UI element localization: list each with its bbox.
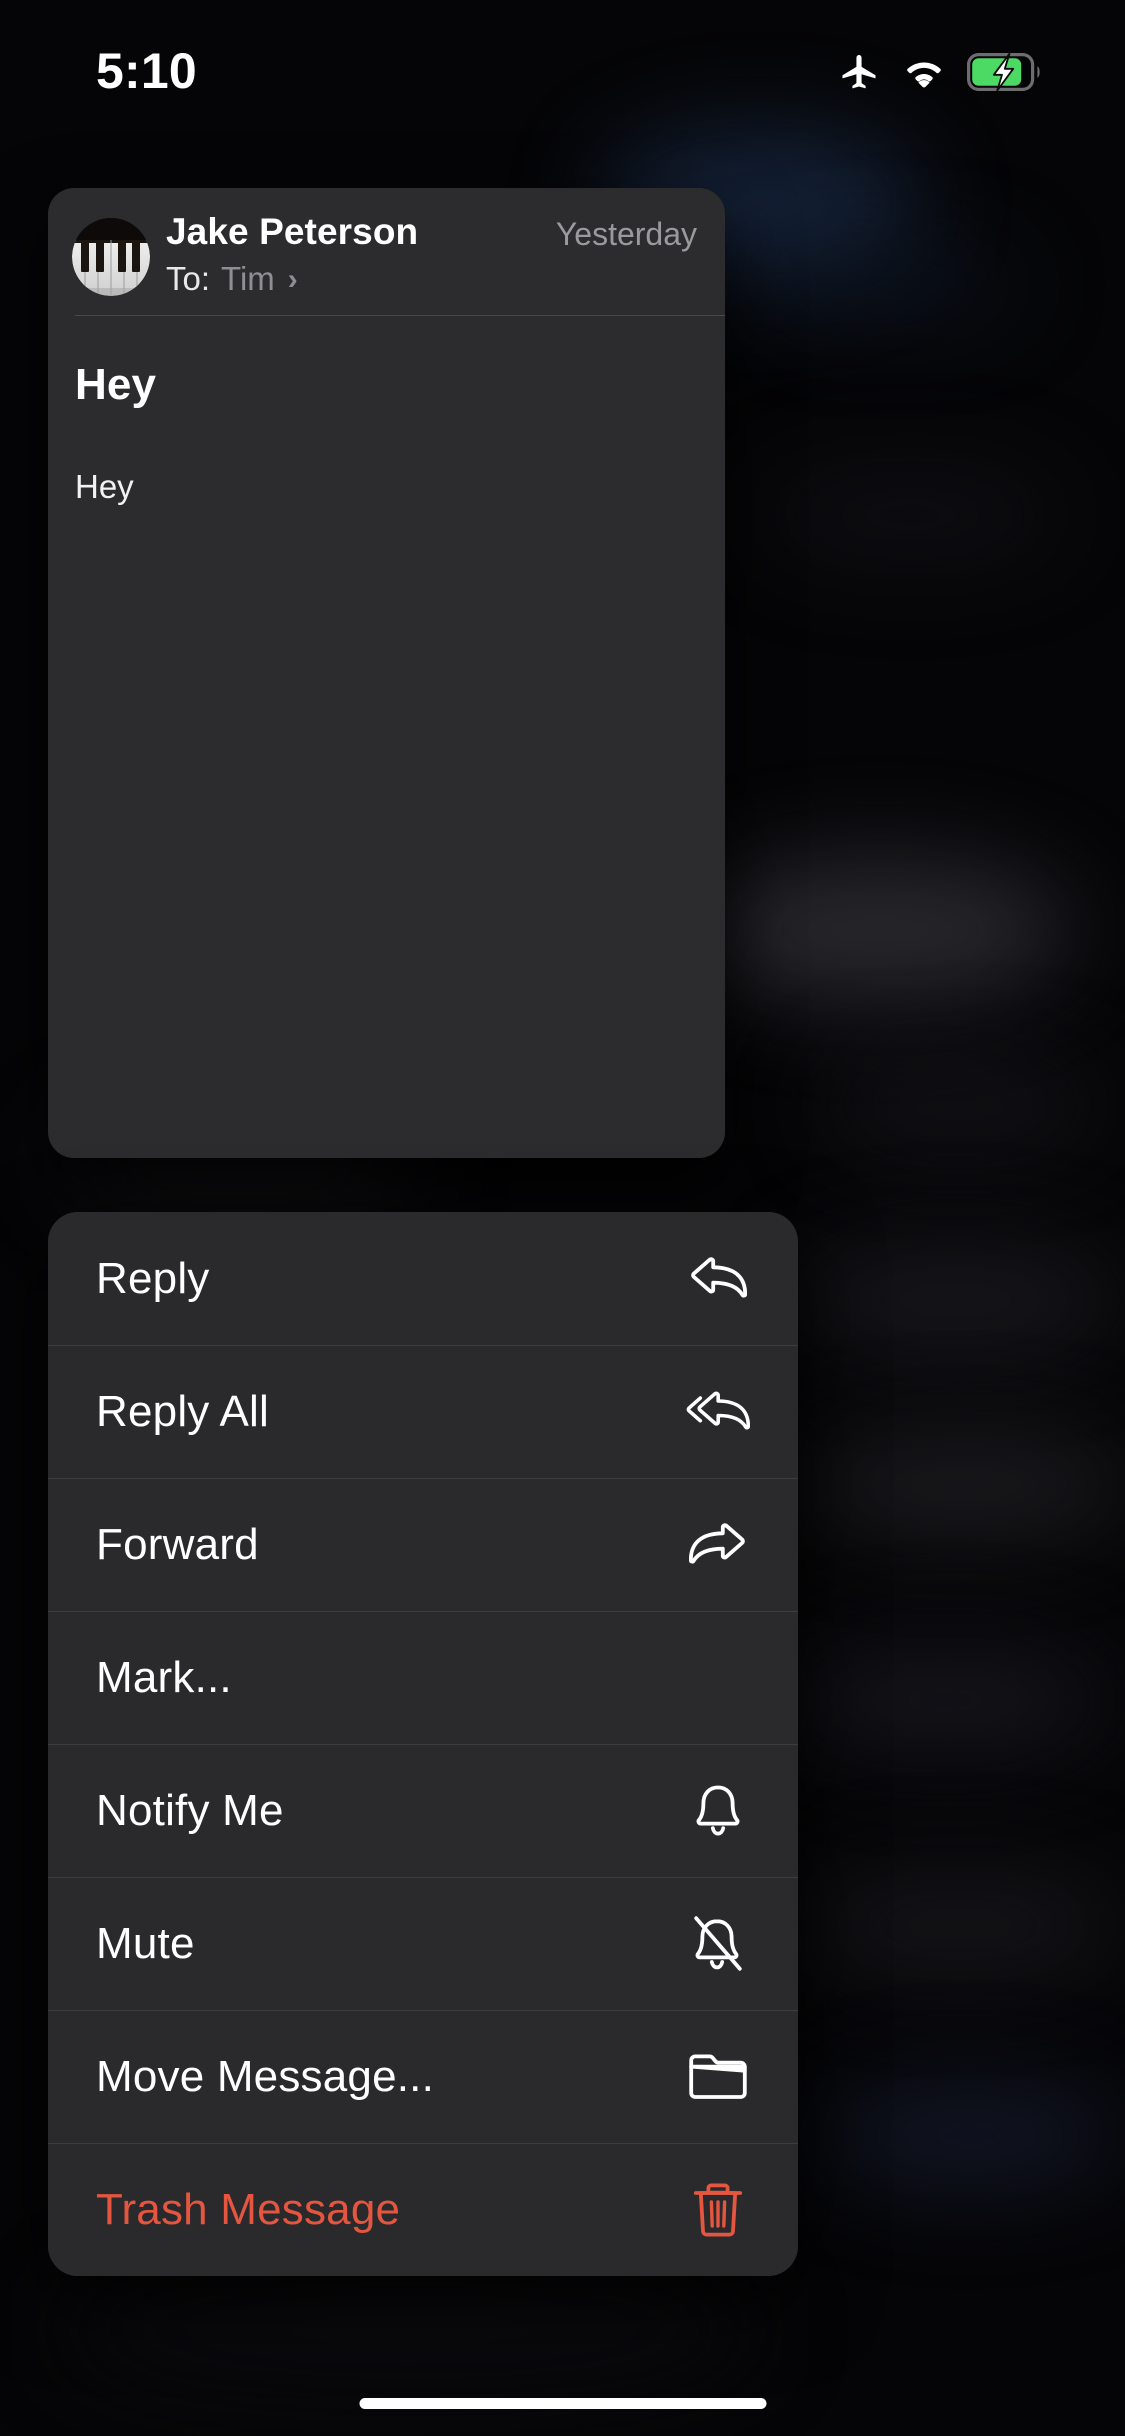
bg-blob	[820, 1060, 1100, 1150]
bg-blob	[60, 2260, 760, 2400]
menu-item-label: Mute	[96, 1918, 195, 1968]
menu-item-label: Move Message...	[96, 2051, 435, 2101]
avatar	[72, 218, 150, 296]
menu-item-label: Reply	[96, 1253, 210, 1303]
bg-blob	[690, 855, 1070, 1005]
iphone-screen: 5:10 Jake Peterson To: Tim › Yesterday H…	[0, 0, 1125, 2436]
chevron-right-icon: ›	[287, 262, 298, 296]
airplane-mode-icon	[837, 50, 881, 99]
home-indicator[interactable]	[359, 2398, 766, 2409]
message-subject: Hey	[75, 360, 157, 409]
menu-item-trash-message[interactable]: Trash Message	[48, 2143, 798, 2276]
sender-block: Jake Peterson To: Tim ›	[166, 210, 418, 298]
menu-item-mute[interactable]: Mute	[48, 1877, 798, 2010]
status-bar: 5:10	[0, 0, 1125, 132]
menu-item-notify-me[interactable]: Notify Me	[48, 1744, 798, 1877]
status-bar-indicators	[837, 50, 1043, 99]
message-body: Hey	[75, 468, 134, 505]
no-icon	[686, 1646, 750, 1710]
bg-blob	[820, 2080, 1120, 2190]
menu-item-label: Notify Me	[96, 1785, 284, 1835]
battery-charging-icon	[967, 52, 1043, 96]
message-preview-card[interactable]: Jake Peterson To: Tim › Yesterday Hey He…	[48, 188, 725, 1158]
trash-icon	[686, 2178, 750, 2242]
reply-icon	[686, 1247, 750, 1311]
message-header: Jake Peterson To: Tim › Yesterday	[48, 188, 725, 316]
menu-item-label: Mark...	[96, 1652, 232, 1702]
bg-blob	[790, 1240, 1120, 1360]
context-menu[interactable]: Reply Reply All Forward Mark... Notify M…	[48, 1212, 798, 2276]
bell-icon	[686, 1779, 750, 1843]
recipient-row[interactable]: To: Tim ›	[166, 260, 418, 298]
recipient-name: Tim	[221, 259, 275, 297]
folder-icon	[686, 2045, 750, 2109]
menu-item-move-message[interactable]: Move Message...	[48, 2010, 798, 2143]
header-divider	[75, 315, 725, 316]
menu-item-label: Reply All	[96, 1386, 269, 1436]
menu-item-reply-all[interactable]: Reply All	[48, 1345, 798, 1478]
bg-blob	[780, 1640, 1110, 1760]
forward-icon	[686, 1513, 750, 1577]
bg-blob	[760, 470, 1060, 560]
bell-slash-icon	[686, 1912, 750, 1976]
wifi-icon	[901, 54, 947, 95]
menu-item-mark[interactable]: Mark...	[48, 1611, 798, 1744]
sender-name: Jake Peterson	[166, 211, 419, 252]
bg-blob	[800, 1870, 1120, 1980]
bg-blob	[760, 250, 1020, 320]
menu-item-forward[interactable]: Forward	[48, 1478, 798, 1611]
menu-item-label: Trash Message	[96, 2184, 401, 2234]
message-date: Yesterday	[555, 216, 697, 252]
menu-item-reply[interactable]: Reply	[48, 1212, 798, 1345]
status-bar-time: 5:10	[96, 43, 197, 99]
bg-blob	[800, 1430, 1125, 1540]
reply-all-icon	[686, 1380, 750, 1444]
menu-item-label: Forward	[96, 1519, 259, 1569]
recipient-label: To:	[166, 259, 211, 297]
